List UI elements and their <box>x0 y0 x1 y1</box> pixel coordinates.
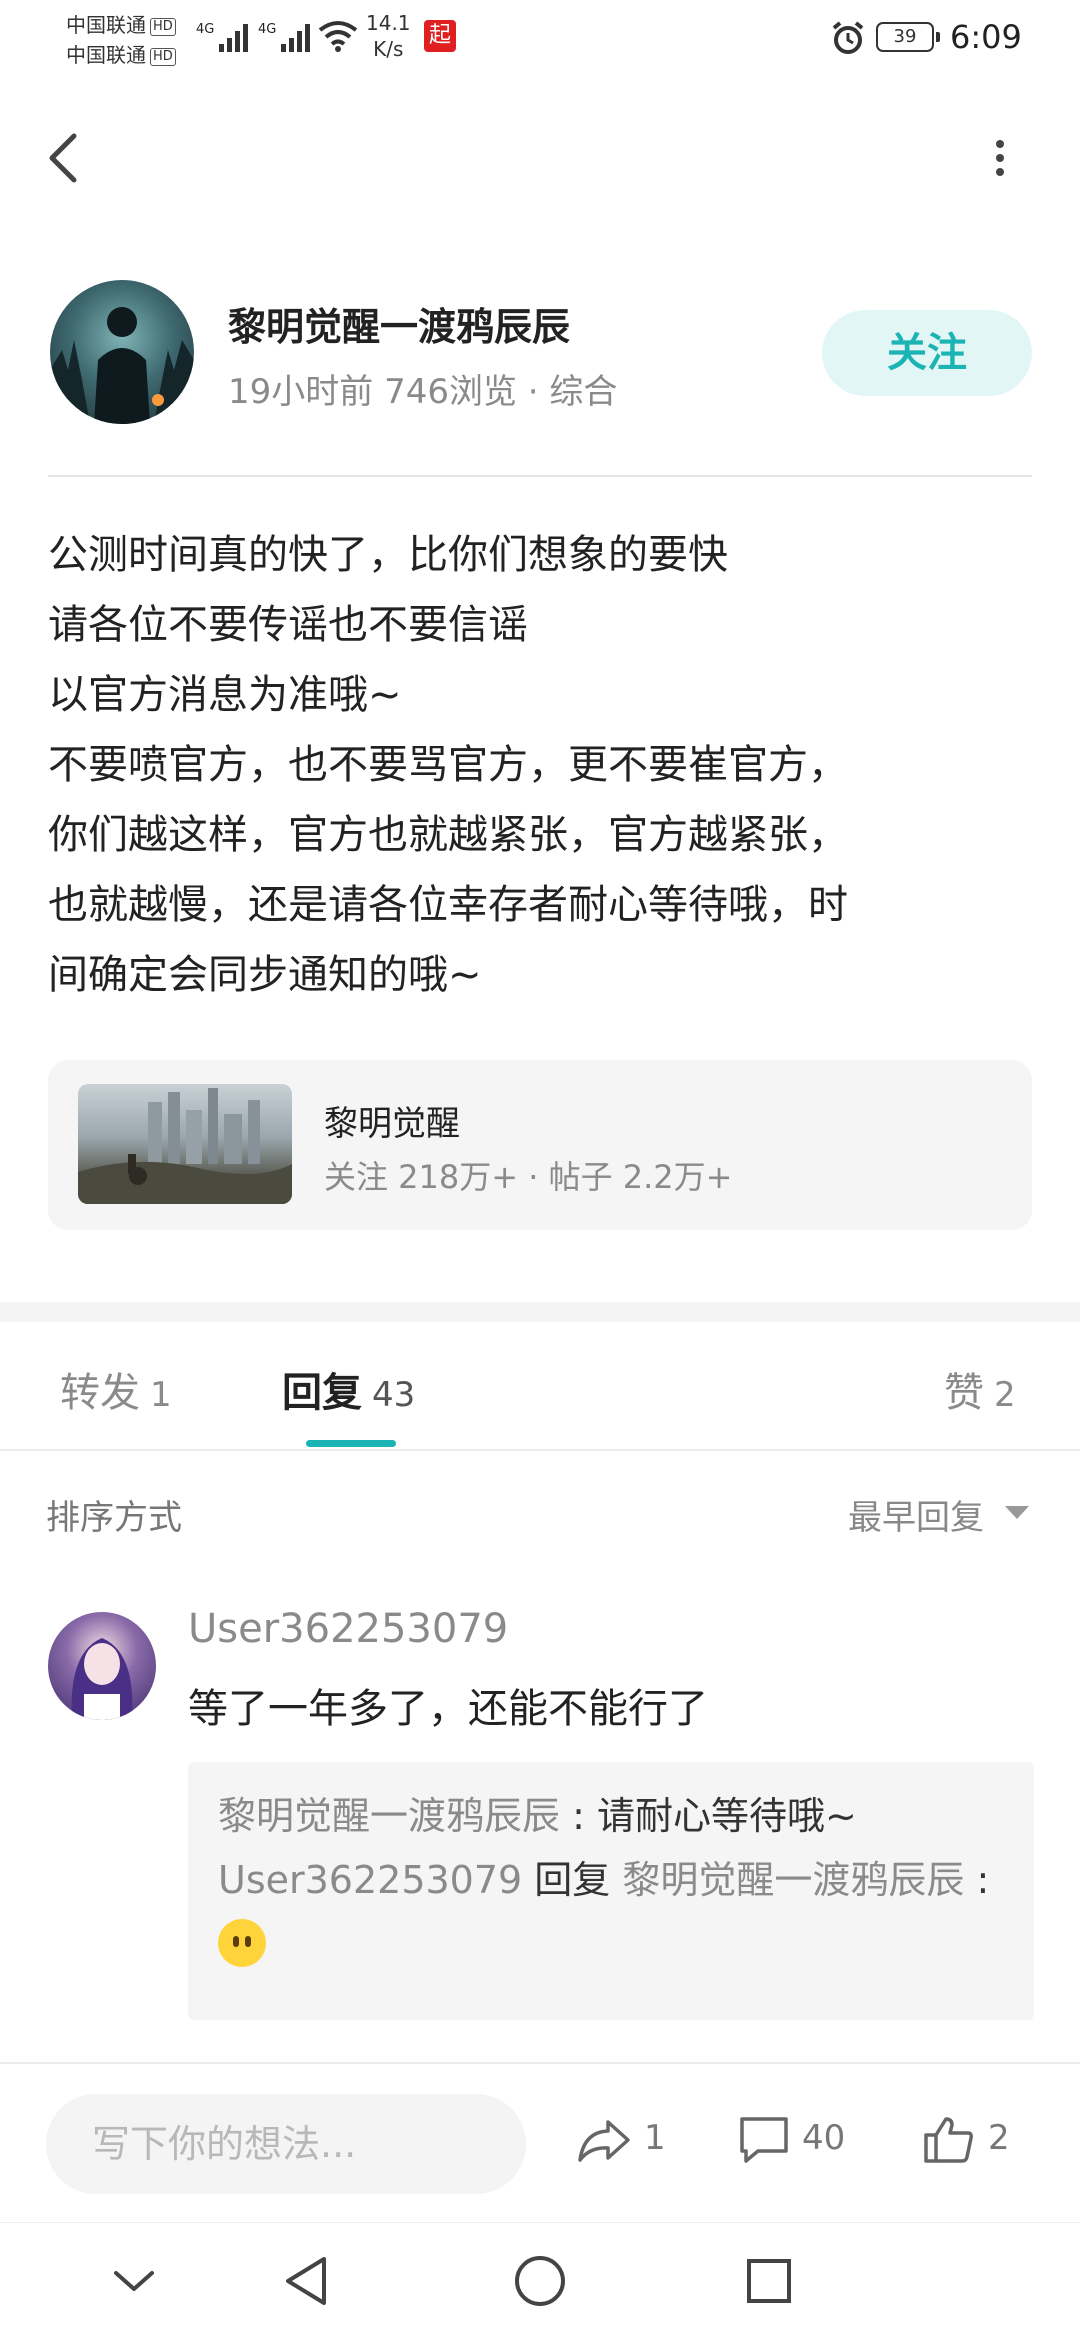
back-arrow-icon[interactable] <box>44 128 84 188</box>
reply-item: User362253079 回复 黎明觉醒一渡鸦辰辰 : <box>218 1848 1004 1976</box>
comment-text: 等了一年多了，还能不能行了 <box>188 1686 708 1732</box>
tab-likes[interactable]: 赞2 <box>944 1360 1016 1418</box>
more-options-icon[interactable] <box>982 136 1018 182</box>
signal-icon: 4G <box>258 22 313 56</box>
section-gap <box>0 1302 1080 1322</box>
neutral-face-emoji-icon <box>218 1919 266 1967</box>
reply-item: 黎明觉醒一渡鸦辰辰 : 请耐心等待哦~ <box>218 1794 857 1838</box>
sort-label: 排序方式 <box>46 1498 182 1538</box>
clock: 6:09 <box>950 18 1022 56</box>
tab-replies[interactable]: 回复 43 <box>282 1360 415 1418</box>
forum-stats: 关注 218万+ · 帖子 2.2万+ <box>324 1158 733 1196</box>
bottom-action-bar: 写下你的想法... 1 40 2 <box>0 2062 1080 2222</box>
like-button[interactable]: 2 <box>922 2108 1010 2168</box>
alarm-icon <box>832 21 864 54</box>
reply-text: 请耐心等待哦~ <box>596 1794 857 1838</box>
divider <box>48 475 1032 477</box>
battery-icon: 39 <box>876 22 940 52</box>
tab-reposts[interactable]: 转发 1 <box>60 1360 172 1418</box>
forum-name: 黎明觉醒 <box>324 1104 460 1144</box>
follow-button[interactable]: 关注 <box>822 310 1032 396</box>
reply-target[interactable]: 黎明觉醒一渡鸦辰辰 <box>622 1858 964 1902</box>
reply-thread[interactable]: 黎明觉醒一渡鸦辰辰 : 请耐心等待哦~ User362253079 回复 黎明觉… <box>188 1762 1034 2020</box>
comment-button[interactable]: 40 <box>738 2108 845 2168</box>
status-bar: 中国联通 HD 中国联通 HD 4G 4G 14.1 K/s 起 39 6:09 <box>0 0 1080 80</box>
hd-badge: HD <box>150 48 176 66</box>
nav-home-icon[interactable] <box>512 2253 568 2309</box>
divider <box>0 1449 1080 1451</box>
post-meta: 19小时前 746浏览 · 综合 <box>228 372 618 412</box>
comment-icon <box>740 2116 788 2163</box>
carrier-2: 中国联通 <box>66 43 146 67</box>
signal-icon: 4G <box>196 22 251 56</box>
carrier-1: 中国联通 <box>66 13 146 37</box>
carrier-info: 中国联通 HD 中国联通 HD <box>66 10 176 70</box>
nav-back-icon[interactable] <box>282 2253 332 2309</box>
comment-input[interactable]: 写下你的想法... <box>46 2094 526 2194</box>
system-navigation-bar <box>0 2222 1080 2340</box>
hd-badge: HD <box>150 18 176 36</box>
sort-dropdown[interactable]: 最早回复 <box>848 1490 984 1539</box>
share-button[interactable]: 1 <box>576 2108 666 2168</box>
author-avatar[interactable] <box>50 280 194 424</box>
commenter-avatar[interactable] <box>48 1612 156 1720</box>
forum-card[interactable]: 黎明觉醒 关注 218万+ · 帖子 2.2万+ <box>48 1060 1032 1230</box>
wifi-icon <box>318 21 358 52</box>
author-name[interactable]: 黎明觉醒一渡鸦辰辰 <box>228 296 570 351</box>
forum-thumbnail <box>78 1084 292 1204</box>
app-notification-icon: 起 <box>424 20 456 52</box>
chevron-down-icon[interactable] <box>112 2253 156 2309</box>
reply-author[interactable]: User362253079 <box>218 1858 522 1902</box>
share-icon <box>578 2119 630 2162</box>
post-body: 公测时间真的快了，比你们想象的要快 请各位不要传谣也不要信谣 以官方消息为准哦~… <box>48 532 848 998</box>
comment-username[interactable]: User362253079 <box>188 1606 508 1652</box>
reply-author[interactable]: 黎明觉醒一渡鸦辰辰 <box>218 1794 560 1838</box>
network-speed: 14.1 K/s <box>366 11 411 61</box>
nav-recents-icon[interactable] <box>744 2253 794 2309</box>
active-tab-indicator <box>306 1440 396 1447</box>
chevron-down-icon[interactable] <box>1005 1506 1029 1519</box>
thumbs-up-icon <box>924 2116 973 2163</box>
